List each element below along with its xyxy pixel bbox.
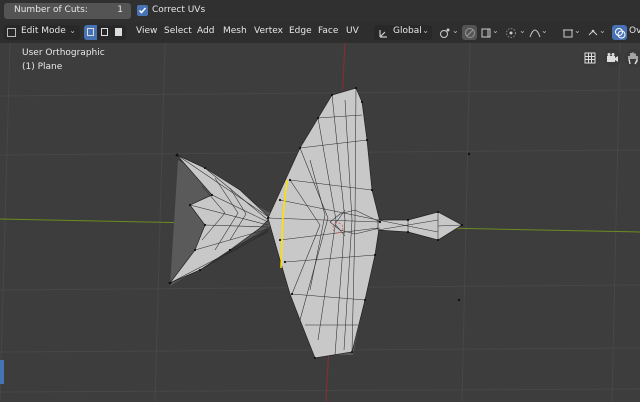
grid-icon	[584, 52, 596, 64]
snap-toggle[interactable]	[462, 25, 477, 40]
pan-view-button[interactable]	[624, 49, 640, 67]
3d-viewport[interactable]: User Orthographic (1) Plane	[0, 43, 640, 402]
correct-uvs-checkbox[interactable]	[137, 5, 148, 16]
menu-view[interactable]: View	[136, 26, 157, 36]
overlays-icon	[615, 28, 626, 39]
viewport-canvas	[0, 43, 640, 402]
snap-target-button[interactable]	[478, 25, 493, 40]
overlays-toggle[interactable]	[612, 25, 627, 40]
pivot-dropdown[interactable]: ⌄	[452, 25, 460, 40]
camera-icon	[607, 53, 618, 62]
menu-select[interactable]: Select	[164, 26, 192, 36]
gizmo-icon	[588, 29, 598, 36]
magnet-icon	[465, 28, 475, 38]
orientation-icon	[379, 30, 387, 38]
mode-selector[interactable]: Edit Mode ⌄	[4, 25, 80, 40]
visibility-button[interactable]	[560, 25, 575, 40]
snap-target-icon	[481, 28, 491, 38]
snap-dropdown[interactable]: ⌄	[492, 25, 500, 40]
visibility-dropdown[interactable]: ⌄	[574, 25, 582, 40]
orientation-label: Global	[393, 26, 422, 36]
transform-orientation-selector[interactable]: Global ⌄	[374, 25, 432, 40]
proportional-edit-icon	[506, 28, 516, 38]
overlays-label[interactable]: Ov	[629, 26, 640, 36]
gizmo-toggle[interactable]	[585, 25, 600, 40]
falloff-dropdown[interactable]: ⌄	[541, 25, 549, 40]
chevron-down-icon: ⌄	[422, 26, 429, 35]
select-mode-group	[84, 25, 126, 40]
correct-uvs-label: Correct UVs	[152, 5, 206, 15]
menu-edge[interactable]: Edge	[289, 26, 312, 36]
hand-pan-icon	[628, 52, 638, 65]
menu-mesh[interactable]: Mesh	[223, 26, 247, 36]
falloff-curve-icon	[529, 29, 541, 38]
number-of-cuts-label: Number of Cuts:	[14, 5, 88, 15]
proportional-edit-toggle[interactable]	[503, 25, 518, 40]
pivot-point-button[interactable]	[437, 25, 452, 40]
viewport-header: Edit Mode ⌄ View Select Add Mesh Vertex …	[0, 22, 640, 43]
view-name-label: User Orthographic	[22, 48, 105, 58]
edge-select-button[interactable]	[98, 25, 111, 40]
menu-vertex[interactable]: Vertex	[254, 26, 283, 36]
toolbar-edge-tab[interactable]	[0, 360, 4, 384]
vertex-select-button[interactable]	[84, 25, 97, 40]
number-of-cuts-field[interactable]: Number of Cuts: 1	[4, 3, 131, 19]
toggle-camera-grid-button[interactable]	[581, 49, 599, 67]
chevron-down-icon: ⌄	[69, 26, 76, 35]
menu-add[interactable]: Add	[197, 26, 214, 36]
checkmark-icon	[138, 7, 147, 14]
camera-view-button[interactable]	[603, 49, 621, 67]
menu-uv[interactable]: UV	[346, 26, 359, 36]
menu-face[interactable]: Face	[318, 26, 338, 36]
operator-redo-bar: Number of Cuts: 1 Correct UVs	[0, 0, 640, 23]
face-select-button[interactable]	[112, 25, 125, 40]
mode-label: Edit Mode	[21, 26, 66, 36]
selectability-icon	[563, 29, 573, 38]
number-of-cuts-value: 1	[117, 5, 123, 15]
falloff-button[interactable]	[527, 25, 542, 40]
edit-mode-icon	[7, 28, 16, 37]
pivot-icon	[440, 28, 450, 38]
object-name-label: (1) Plane	[22, 62, 63, 72]
gizmo-dropdown[interactable]: ⌄	[599, 25, 607, 40]
proportional-dropdown[interactable]: ⌄	[519, 25, 527, 40]
plane-mesh[interactable]	[168, 86, 471, 360]
